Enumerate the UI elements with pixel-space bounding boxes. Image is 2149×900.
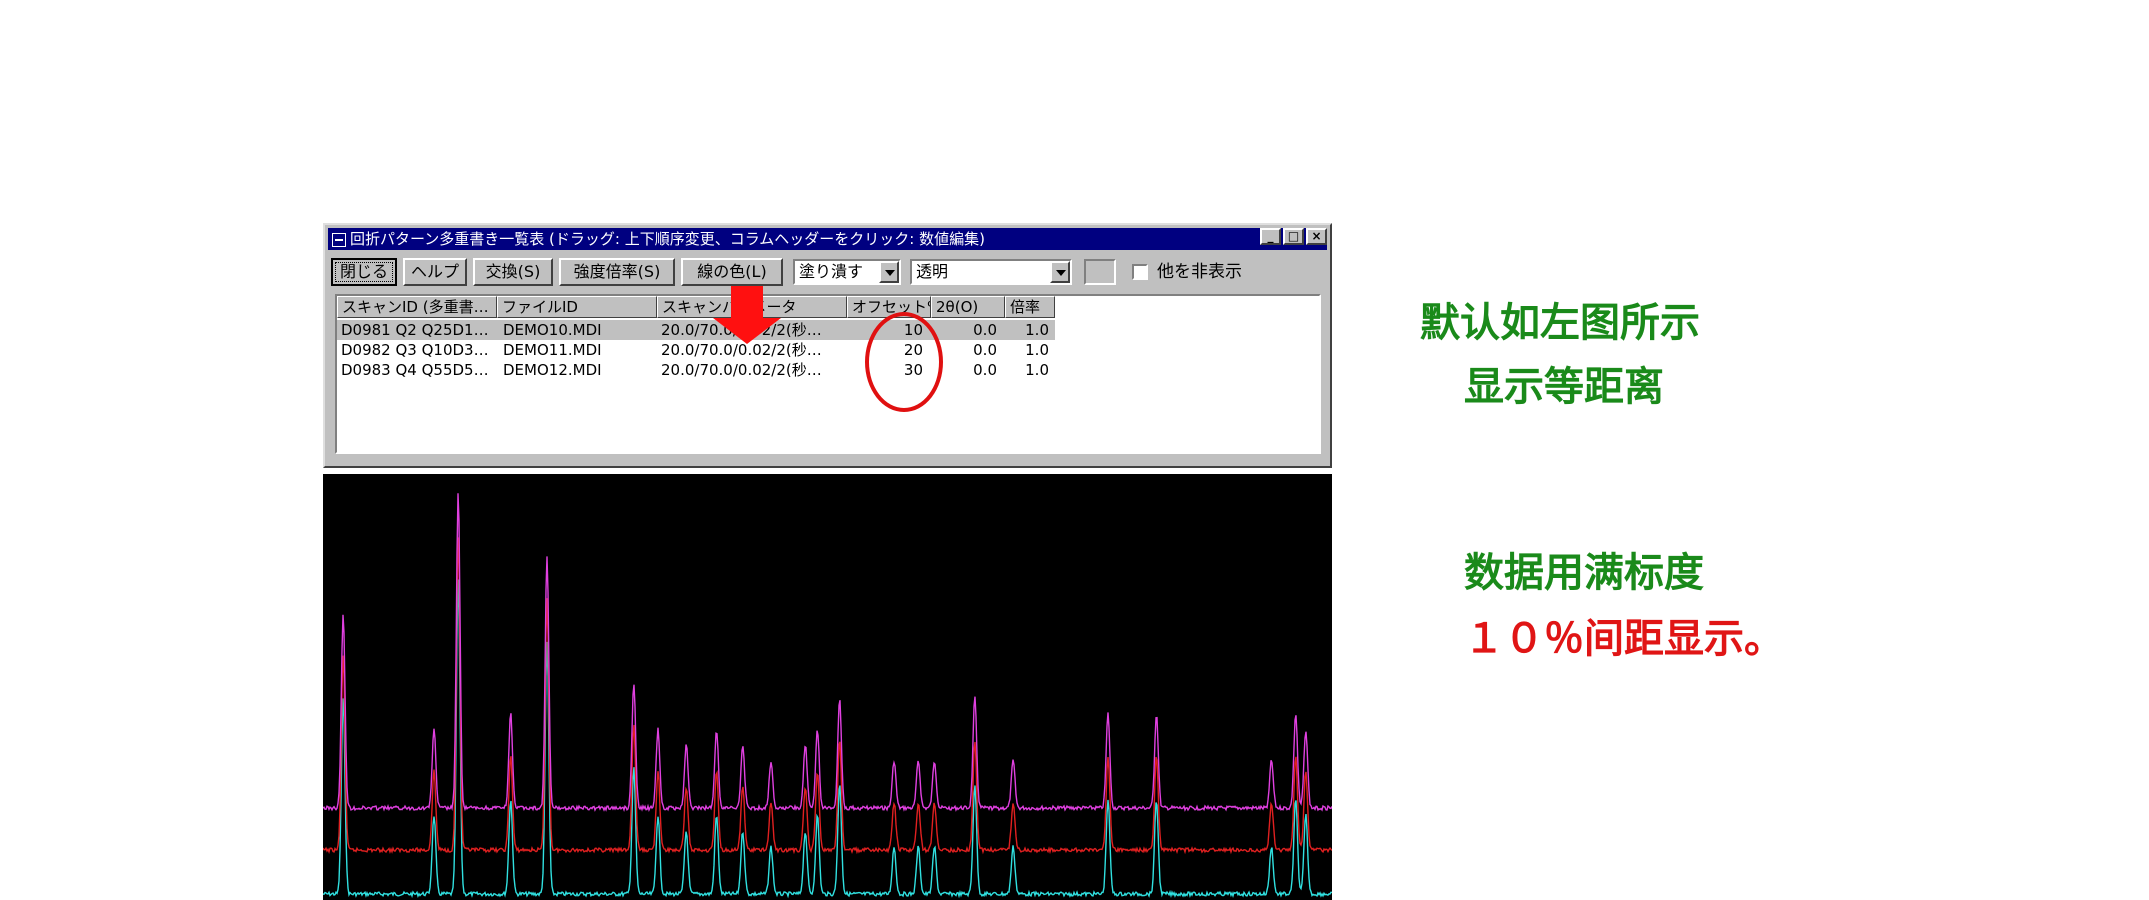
chevron-down-icon[interactable] (1050, 261, 1070, 283)
hide-others-label: 他を非表示 (1157, 262, 1242, 282)
note-line-3: 数据用满标度 (1464, 549, 1704, 596)
hide-others-checkbox[interactable] (1132, 264, 1148, 280)
close-button[interactable]: 閉じる (331, 258, 397, 286)
diffraction-plot (323, 474, 1332, 900)
cell-scan-id: D0981 Q2 Q25D1… (341, 321, 489, 339)
exchange-button[interactable]: 交換(S) (473, 258, 553, 286)
minimize-button[interactable]: _ (1260, 228, 1281, 245)
cell-file-id: DEMO12.MDI (503, 361, 602, 379)
window-controls: _ □ × (1260, 228, 1327, 245)
diffraction-plot-svg (323, 493, 1332, 899)
fill-mode-value: 塗り潰す (799, 262, 864, 281)
line-color-button[interactable]: 線の色(L) (681, 258, 783, 286)
cell-scan-id: D0983 Q4 Q55D5… (341, 361, 489, 379)
cell-scale: 1.0 (1025, 341, 1049, 359)
note-line-4: １０％间距显示。 (1464, 615, 1784, 662)
cell-scan-params: 20.0/70.0/0.02/2(秒… (661, 361, 822, 379)
offset-highlight-ellipse (865, 312, 943, 412)
pattern-series-3 (323, 493, 1332, 812)
table-row[interactable]: D0983 Q4 Q55D5… DEMO12.MDI 20.0/70.0/0.0… (337, 360, 1055, 380)
maximize-button[interactable]: □ (1283, 228, 1304, 245)
cell-file-id: DEMO10.MDI (503, 321, 602, 339)
col-header-scale[interactable]: 倍率 (1005, 296, 1055, 318)
col-header-scan-id[interactable]: スキャンID (多重書… (337, 296, 497, 318)
note-line-2: 显示等距离 (1464, 363, 1664, 410)
cell-file-id: DEMO11.MDI (503, 341, 602, 359)
toolbar: 閉じる ヘルプ 交換(S) 強度倍率(S) 線の色(L) 塗り潰す 透明 他を非… (331, 258, 1324, 288)
window-title: 回折パターン多重書き一覧表 (ドラッグ: 上下順序変更、コラムヘッダーをクリック… (350, 230, 985, 248)
transparency-select[interactable]: 透明 (910, 259, 1072, 285)
pattern-series-2 (323, 537, 1332, 855)
note-line-1: 默认如左图所示 (1420, 299, 1700, 346)
table-row[interactable]: D0982 Q3 Q10D3… DEMO11.MDI 20.0/70.0/0.0… (337, 340, 1055, 360)
chevron-down-icon[interactable] (879, 261, 899, 283)
col-header-file-id[interactable]: ファイルID (497, 296, 657, 318)
table-row[interactable]: D0981 Q2 Q25D1… DEMO10.MDI 20.0/70.0/0.0… (337, 320, 1055, 340)
window-titlebar[interactable]: 回折パターン多重書き一覧表 (ドラッグ: 上下順序変更、コラムヘッダーをクリック… (328, 228, 1327, 250)
intensity-scale-button[interactable]: 強度倍率(S) (559, 258, 675, 286)
overlay-list-window: 回折パターン多重書き一覧表 (ドラッグ: 上下順序変更、コラムヘッダーをクリック… (323, 223, 1332, 468)
transparency-value: 透明 (916, 262, 949, 281)
fill-mode-select[interactable]: 塗り潰す (793, 259, 901, 285)
color-swatch[interactable] (1084, 259, 1116, 285)
arrow-down-icon (731, 286, 763, 318)
cell-two-theta: 0.0 (973, 321, 997, 339)
cell-scale: 1.0 (1025, 321, 1049, 339)
close-window-button[interactable]: × (1306, 228, 1327, 245)
col-header-two-theta[interactable]: 2θ(O) (931, 296, 1005, 318)
system-menu-icon[interactable] (332, 233, 346, 247)
overlay-list-table: スキャンID (多重書… ファイルID スキャンパラメータ オフセット% 2θ(… (335, 294, 1321, 454)
arrow-head-icon (713, 318, 781, 344)
cell-scan-id: D0982 Q3 Q10D3… (341, 341, 489, 359)
cell-scale: 1.0 (1025, 361, 1049, 379)
help-button[interactable]: ヘルプ (403, 258, 467, 286)
